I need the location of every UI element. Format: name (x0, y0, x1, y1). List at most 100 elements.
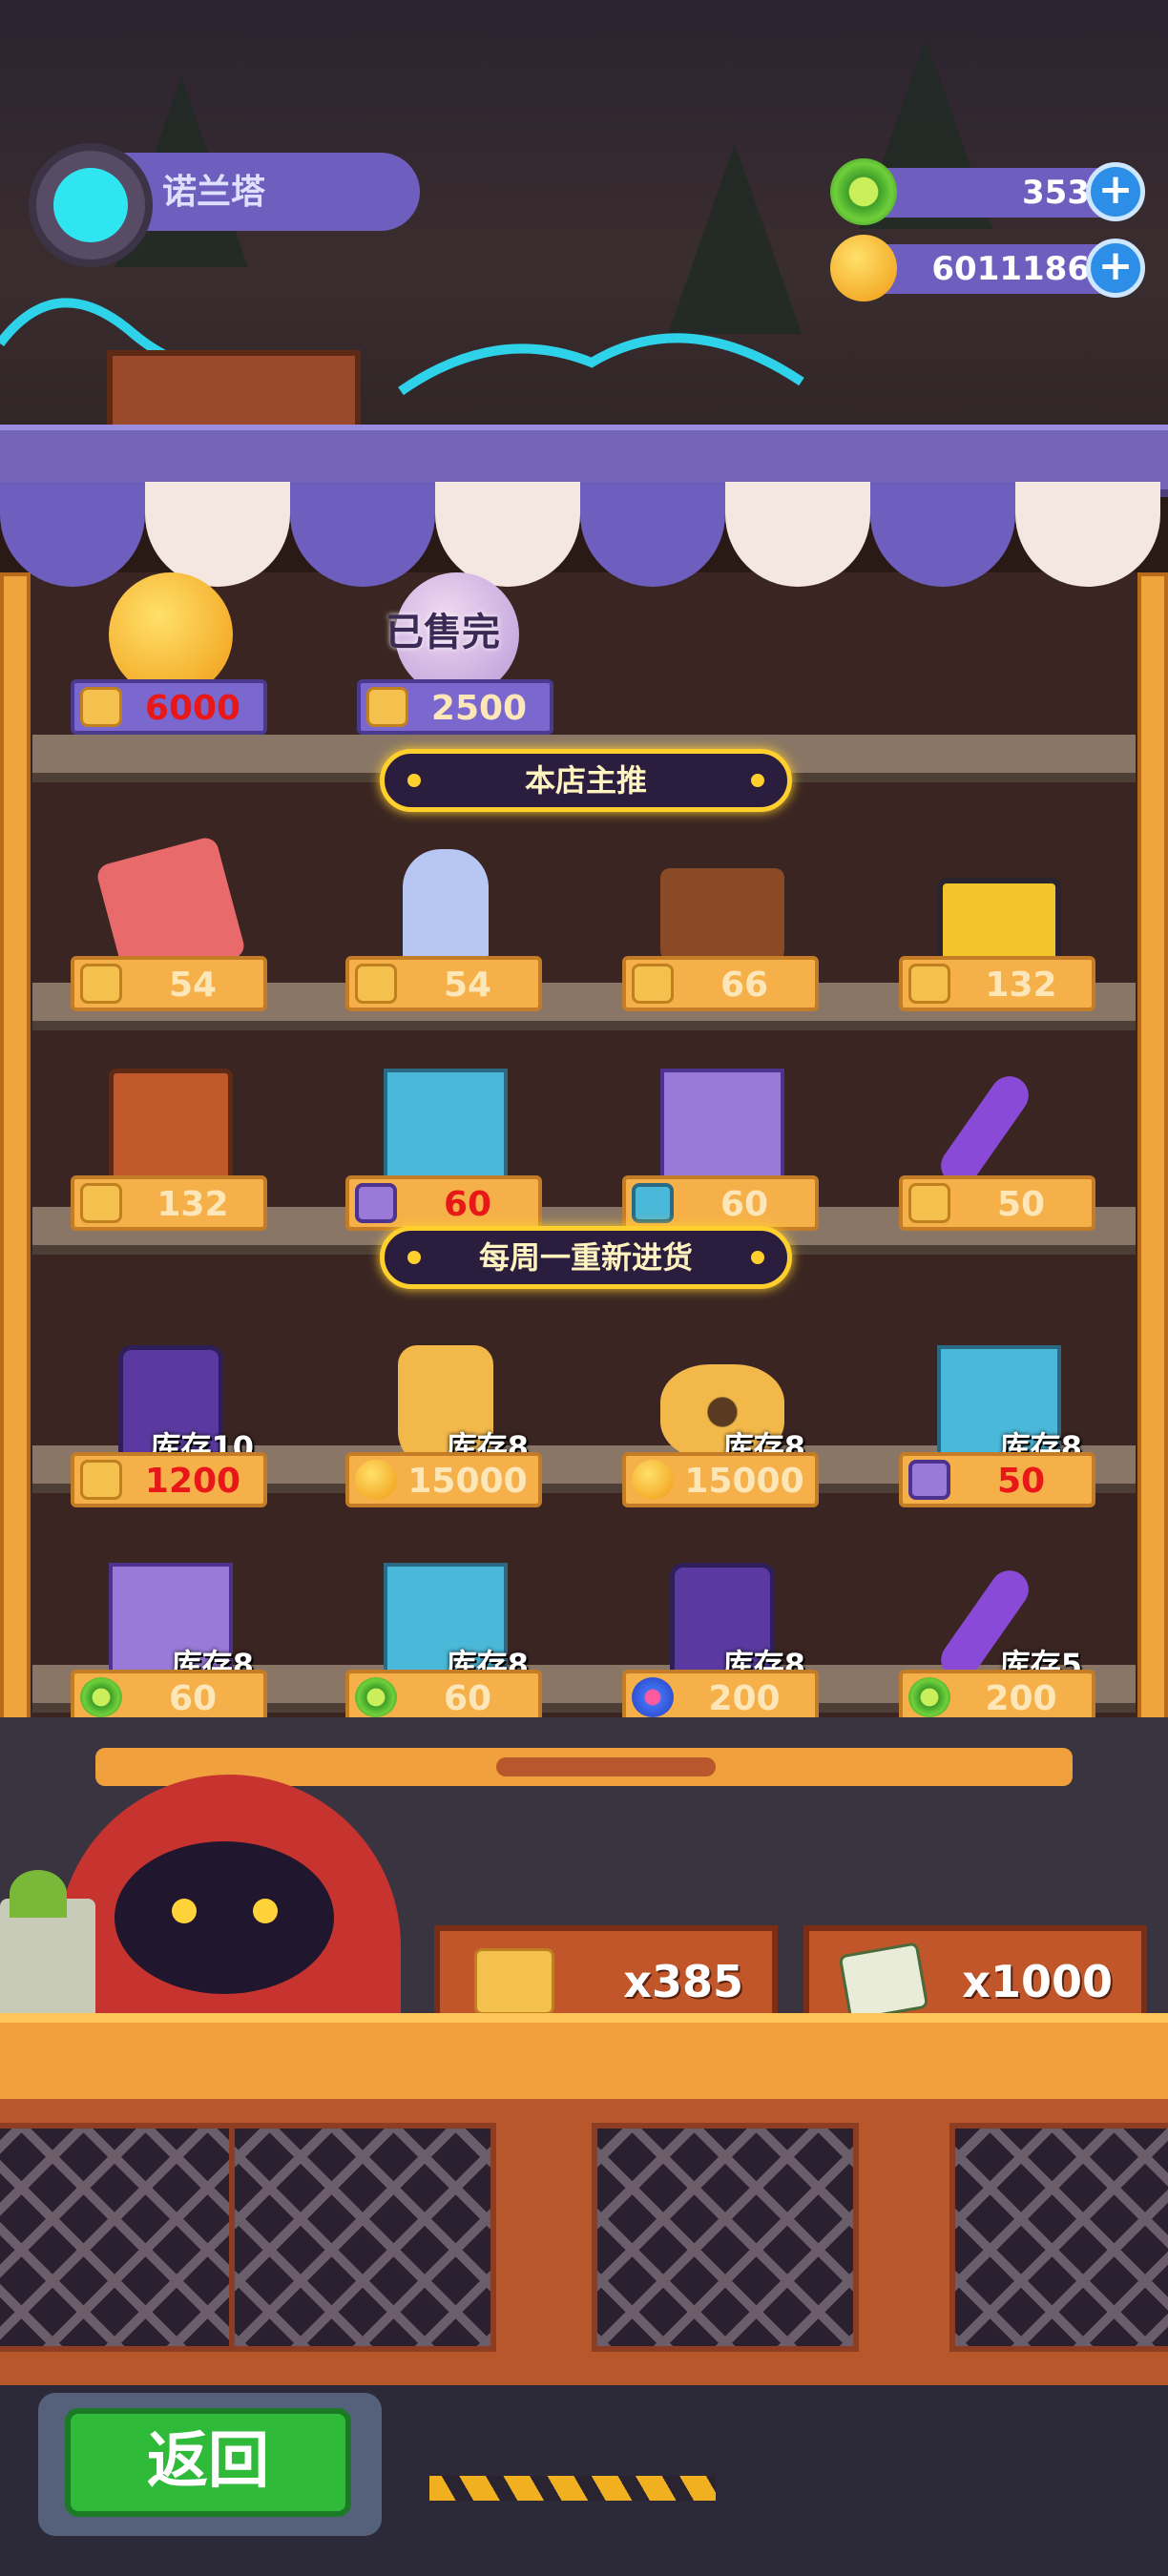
price: 60 (443, 1185, 492, 1224)
shop-item-blue-house-box[interactable]: 库存8 50 (899, 1336, 1099, 1527)
price-tag: 6000 (71, 679, 267, 735)
gold-coin-icon (830, 235, 897, 301)
ticket-icon (80, 687, 122, 727)
green-donut-icon (908, 1677, 950, 1717)
price-tag: 50 (899, 1452, 1095, 1507)
shop-item-purple-phone[interactable]: 库存8 200 (622, 1553, 823, 1744)
gold-coin-icon (632, 1460, 674, 1500)
player-profile[interactable]: 诺兰塔 (29, 143, 420, 267)
crate-lattice (949, 2123, 1168, 2352)
cat-face-icon (53, 168, 128, 242)
blue-gem-icon (632, 1677, 674, 1717)
screwdriver-icon (933, 1069, 1036, 1193)
price: 200 (985, 1679, 1057, 1718)
price: 15000 (684, 1462, 804, 1501)
price-tag: 15000 (345, 1452, 542, 1507)
price: 54 (168, 966, 218, 1005)
shop-item-screwdriver[interactable]: 库存5 200 (899, 1553, 1099, 1744)
shop-item-golden-bolt[interactable]: 库存8 15000 (345, 1336, 546, 1527)
price: 132 (985, 966, 1057, 1005)
price-tag: 15000 (622, 1452, 819, 1507)
shop-item-purple-refresh-box[interactable]: 60 (622, 1059, 823, 1250)
add-green-gem-button[interactable]: + (1086, 162, 1145, 221)
price-tag: 60 (622, 1175, 819, 1231)
shop-item-scroll-bundle[interactable]: 54 (71, 835, 271, 1030)
back-button-frame: 返回 (38, 2393, 382, 2536)
crate-lattice (0, 2123, 248, 2352)
featured-section-banner: 本店主推 (380, 749, 792, 812)
shop-item-screwdriver[interactable]: 50 (899, 1059, 1099, 1250)
price-tag: 66 (622, 956, 819, 1011)
potion-bottle-icon (403, 849, 489, 973)
price-tag: 50 (899, 1175, 1095, 1231)
shop-item-purple-egg-bundle[interactable]: 已售完 2500 (357, 563, 557, 754)
price: 50 (996, 1185, 1046, 1224)
price-tag: 2500 (357, 679, 553, 735)
shop-post-right (1137, 572, 1168, 1727)
price-tag: 1200 (71, 1452, 267, 1507)
ticket-icon (366, 687, 408, 727)
green-donut-icon (355, 1677, 397, 1717)
back-button[interactable]: 返回 (65, 2408, 351, 2517)
golden-egg-bundle-icon (109, 572, 233, 696)
purple-refresh-box-icon (660, 1069, 784, 1193)
avatar[interactable] (29, 143, 153, 267)
price: 60 (720, 1185, 769, 1224)
currency-gold-coin: 6011186 + (830, 235, 1145, 301)
blue-house-box-icon (384, 1069, 508, 1193)
price-tag: 132 (71, 1175, 267, 1231)
shop-item-handbag[interactable]: 66 (622, 840, 823, 1030)
shop-post-left (0, 572, 31, 1727)
crate-lattice (592, 2123, 859, 2352)
sold-out-label: 已售完 (386, 611, 500, 654)
counter-top (0, 2013, 1168, 2109)
shopkeeper-face (115, 1841, 334, 1994)
ticket-icon (355, 964, 397, 1004)
shop-item-potion-bottle[interactable]: 54 (345, 840, 546, 1030)
player-name: 诺兰塔 (162, 173, 266, 212)
shop-item-purple-refresh-box[interactable]: 库存8 60 (71, 1553, 271, 1744)
price: 15000 (407, 1462, 528, 1501)
price-tag: 132 (899, 956, 1095, 1011)
currency-value: 6011186 (931, 250, 1090, 288)
blue-house-icon (632, 1183, 674, 1223)
shop-item-toolbox[interactable]: 132 (899, 840, 1099, 1030)
price: 2500 (430, 689, 528, 728)
price: 50 (996, 1462, 1046, 1501)
price: 66 (720, 966, 769, 1005)
ticket-icon (908, 1183, 950, 1223)
green-donut-icon (80, 1677, 122, 1717)
crate-lattice (229, 2123, 496, 2352)
shop-item-blue-house-box[interactable]: 60 (345, 1059, 546, 1250)
seed-packet-icon (838, 1942, 929, 2022)
gold-coin-icon (355, 1460, 397, 1500)
price-tag: 54 (345, 956, 542, 1011)
ticket-icon (474, 1948, 554, 2015)
ticket-icon (80, 1183, 122, 1223)
price: 54 (443, 966, 492, 1005)
price: 1200 (144, 1462, 241, 1501)
seed-count: x1000 (962, 1956, 1113, 2007)
ticket-icon (80, 1460, 122, 1500)
price: 60 (168, 1679, 218, 1718)
ticket-icon (632, 964, 674, 1004)
weekly-restock-banner: 每周一重新进货 (380, 1226, 792, 1289)
purple-refresh-icon (908, 1460, 950, 1500)
price: 200 (708, 1679, 781, 1718)
price: 6000 (144, 689, 241, 728)
ticket-icon (80, 964, 122, 1004)
shop-item-golden-egg-bundle[interactable]: 6000 (71, 563, 271, 754)
shop-item-wooden-crate[interactable]: 132 (71, 1059, 271, 1250)
price-tag: 60 (345, 1175, 542, 1231)
purple-refresh-icon (355, 1183, 397, 1223)
ticket-icon (908, 964, 950, 1004)
ticket-count: x385 (623, 1956, 743, 2007)
shop-item-blue-house-box[interactable]: 库存8 60 (345, 1553, 546, 1744)
wooden-crate-icon (109, 1069, 233, 1193)
price: 60 (443, 1679, 492, 1718)
price: 132 (156, 1185, 229, 1224)
green-donut-icon (830, 158, 897, 225)
add-gold-coin-button[interactable]: + (1086, 239, 1145, 298)
shop-item-golden-nut[interactable]: 库存8 15000 (622, 1336, 823, 1527)
shop-item-purple-phone[interactable]: 库存10 1200 (71, 1336, 271, 1527)
